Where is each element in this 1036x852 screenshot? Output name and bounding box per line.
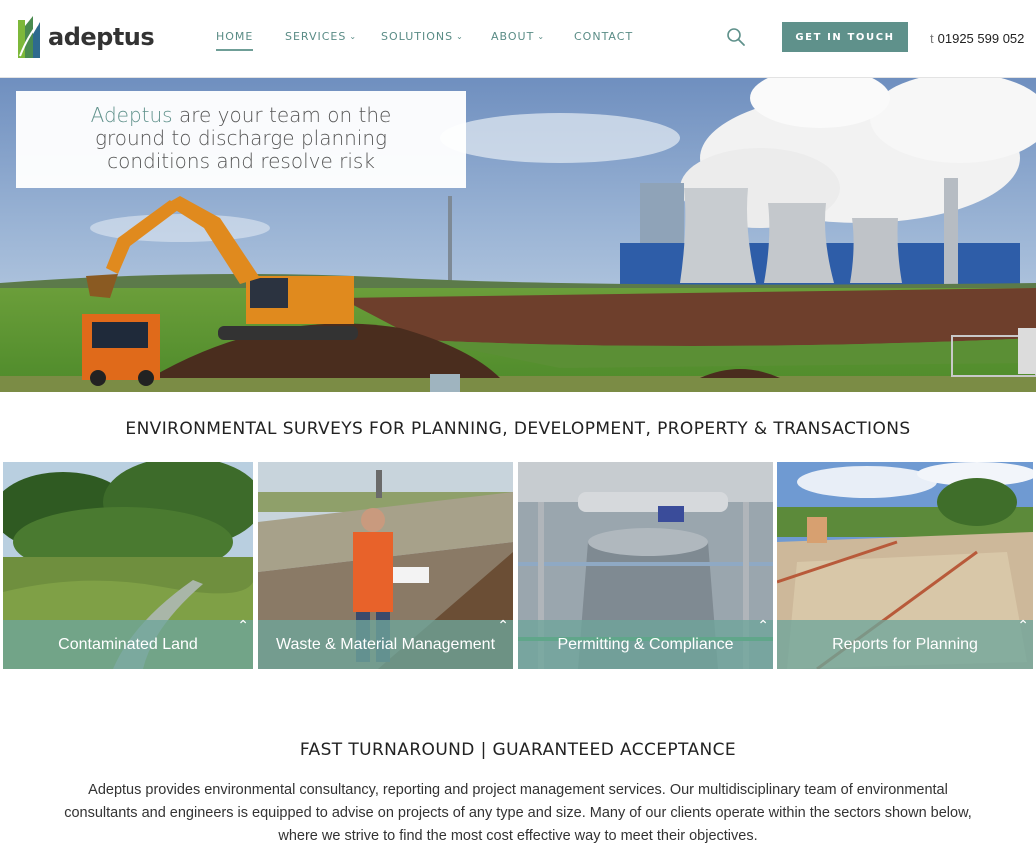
nav-home-label: HOME <box>216 30 254 43</box>
nav-about-label: ABOUT <box>491 30 535 43</box>
chevron-up-icon[interactable]: ⌃ <box>757 618 769 634</box>
service-cards: Contaminated Land ⌃ Waste & Material Man… <box>3 462 1033 669</box>
nav-solutions[interactable]: SOLUTIONS ⌄ <box>381 30 464 43</box>
card-label: Waste & Material Management <box>275 635 496 653</box>
card-permitting-compliance[interactable]: Permitting & Compliance ⌃ <box>518 462 773 669</box>
hero-line2: ground to discharge planning <box>94 126 388 150</box>
hero-headline: Adeptus are your team on the ground to d… <box>16 91 466 173</box>
card-label: Contaminated Land <box>58 635 198 653</box>
intro-paragraph: Adeptus provides environmental consultan… <box>64 782 972 844</box>
card-caption-bar: Permitting & Compliance ⌃ <box>518 618 773 669</box>
phone-number[interactable]: t 01925 599 052 <box>930 31 1024 46</box>
phone-prefix: t <box>930 31 934 46</box>
nav-solutions-label: SOLUTIONS <box>381 30 454 43</box>
chevron-down-icon: ⌄ <box>537 32 546 41</box>
nav-contact[interactable]: CONTACT <box>574 30 633 43</box>
card-label: Reports for Planning <box>832 635 978 653</box>
hero-line3: conditions and resolve risk <box>107 149 375 173</box>
hero-line1: are your team on the <box>172 103 392 127</box>
get-in-touch-button[interactable]: GET IN TOUCH <box>782 22 908 52</box>
nav-about[interactable]: ABOUT ⌄ <box>491 30 545 43</box>
card-reports-for-planning[interactable]: Reports for Planning ⌃ <box>777 462 1033 669</box>
intro-section-title: FAST TURNAROUND | GUARANTEED ACCEPTANCE <box>299 740 737 760</box>
chevron-up-icon[interactable]: ⌃ <box>497 618 509 634</box>
nav-services-label: SERVICES <box>285 30 347 43</box>
services-section-title: ENVIRONMENTAL SURVEYS FOR PLANNING, DEVE… <box>125 419 911 439</box>
card-caption-bar: Contaminated Land ⌃ <box>3 618 253 669</box>
phone-value: 01925 599 052 <box>937 31 1025 46</box>
hero-banner: Adeptus are your team on the ground to d… <box>0 78 1036 392</box>
chevron-down-icon: ⌄ <box>349 32 358 41</box>
search-icon[interactable] <box>726 27 746 47</box>
card-waste-material-management[interactable]: Waste & Material Management ⌃ <box>258 462 513 669</box>
card-label: Permitting & Compliance <box>557 635 734 653</box>
nav-home[interactable]: HOME <box>216 30 254 51</box>
nav-contact-label: CONTACT <box>574 30 634 43</box>
site-header: adeptus HOME SERVICES ⌄ SOLUTIONS ⌄ ABOUT ⌄… <box>0 0 1036 78</box>
card-contaminated-land[interactable]: Contaminated Land ⌃ <box>3 462 253 669</box>
card-caption-bar: Waste & Material Management ⌃ <box>258 618 513 669</box>
hero-brand: Adeptus <box>90 103 173 127</box>
card-caption-bar: Reports for Planning ⌃ <box>777 618 1033 669</box>
chevron-up-icon[interactable]: ⌃ <box>1017 618 1029 634</box>
nav-services[interactable]: SERVICES ⌄ <box>285 30 357 43</box>
chevron-down-icon: ⌄ <box>456 32 464 41</box>
hero-message-box: Adeptus are your team on the ground to d… <box>16 91 466 188</box>
chevron-up-icon[interactable]: ⌃ <box>237 618 249 634</box>
